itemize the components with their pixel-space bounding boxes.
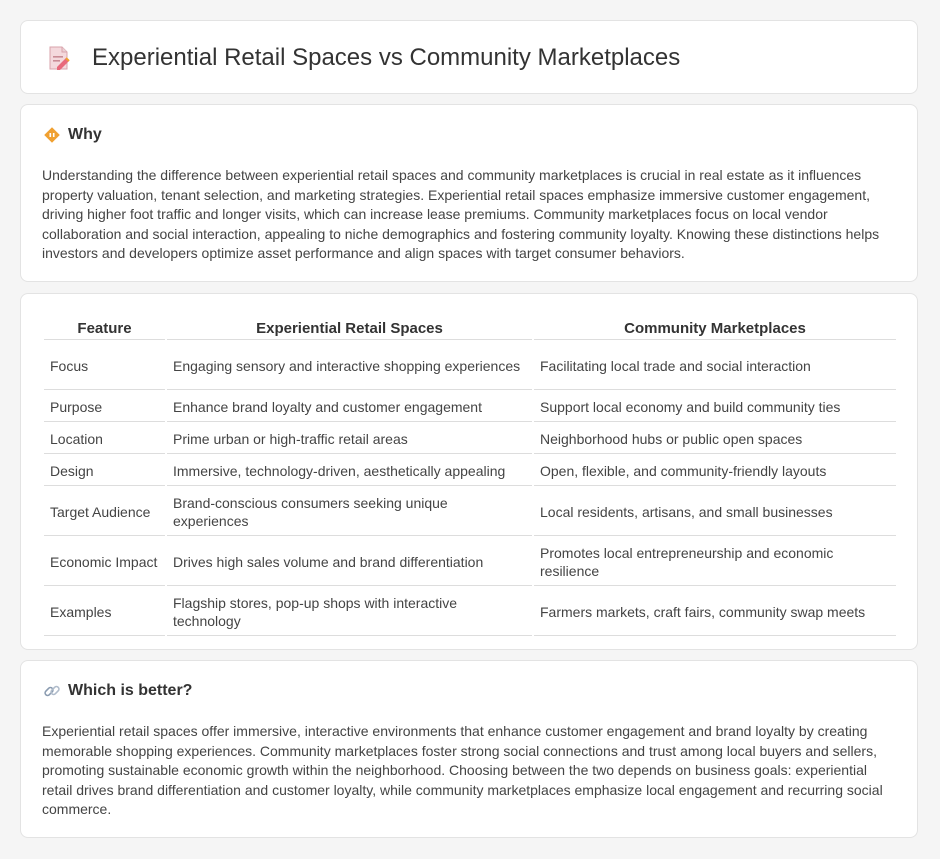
cell-community: Facilitating local trade and social inte… [534,342,896,390]
header-community: Community Marketplaces [534,317,896,340]
cell-experiential: Immersive, technology-driven, aesthetica… [167,456,532,486]
table-header-row: Feature Experiential Retail Spaces Commu… [44,317,896,340]
cell-feature: Focus [44,342,165,390]
table-row: Purpose Enhance brand loyalty and custom… [44,392,896,422]
table-row: Location Prime urban or high-traffic ret… [44,424,896,454]
cell-feature: Location [44,424,165,454]
why-title: Why [68,126,102,143]
cell-community: Open, flexible, and community-friendly l… [534,456,896,486]
comparison-card: Feature Experiential Retail Spaces Commu… [20,293,918,650]
better-heading: Which is better? [43,682,192,700]
table-row: Target Audience Brand-conscious consumer… [44,488,896,536]
link-icon [44,685,60,697]
why-heading: Why [43,126,102,144]
why-section: Why Understanding the difference between… [20,104,918,282]
table-row: Design Immersive, technology-driven, aes… [44,456,896,486]
why-text: Understanding the difference between exp… [42,167,880,262]
document-pencil-icon [49,46,70,70]
cell-community: Neighborhood hubs or public open spaces [534,424,896,454]
table-row: Economic Impact Drives high sales volume… [44,538,896,586]
header-experiential: Experiential Retail Spaces [167,317,532,340]
header-feature: Feature [44,317,165,340]
cell-experiential: Prime urban or high-traffic retail areas [167,424,532,454]
page-title: Experiential Retail Spaces vs Community … [92,44,681,71]
table-row: Examples Flagship stores, pop-up shops w… [44,588,896,636]
better-section: Which is better? Experiential retail spa… [20,660,918,838]
cell-feature: Economic Impact [44,538,165,586]
cell-feature: Examples [44,588,165,636]
cell-experiential: Flagship stores, pop-up shops with inter… [167,588,532,636]
cell-community: Support local economy and build communit… [534,392,896,422]
table-row: Focus Engaging sensory and interactive s… [44,342,896,390]
comparison-table: Feature Experiential Retail Spaces Commu… [42,315,898,638]
cell-feature: Target Audience [44,488,165,536]
cell-experiential: Enhance brand loyalty and customer engag… [167,392,532,422]
diamond-sign-icon [44,127,60,143]
cell-experiential: Brand-conscious consumers seeking unique… [167,488,532,536]
cell-experiential: Engaging sensory and interactive shoppin… [167,342,532,390]
cell-feature: Purpose [44,392,165,422]
cell-community: Promotes local entrepreneurship and econ… [534,538,896,586]
cell-community: Farmers markets, craft fairs, community … [534,588,896,636]
cell-community: Local residents, artisans, and small bus… [534,488,896,536]
header-card: Experiential Retail Spaces vs Community … [20,20,918,94]
better-title: Which is better? [68,682,193,699]
cell-feature: Design [44,456,165,486]
better-text: Experiential retail spaces offer immersi… [42,723,883,818]
cell-experiential: Drives high sales volume and brand diffe… [167,538,532,586]
